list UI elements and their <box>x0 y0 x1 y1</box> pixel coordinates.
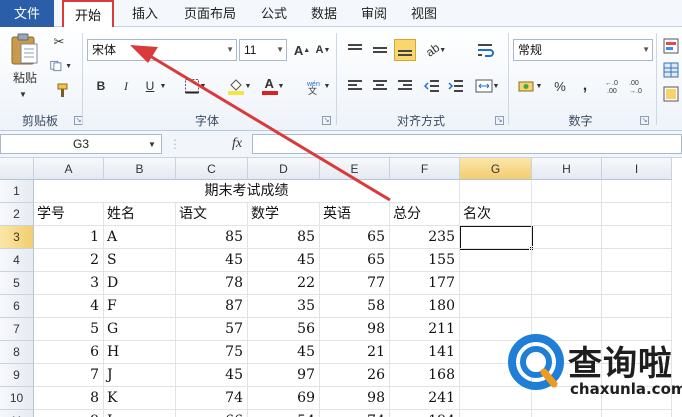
magnifier-logo-icon <box>508 334 564 390</box>
watermark-url: chaxunla.com <box>570 380 682 398</box>
watermark-logo: 查询啦 chaxunla.com <box>508 330 682 417</box>
watermark-text: 查询啦 <box>568 344 673 384</box>
